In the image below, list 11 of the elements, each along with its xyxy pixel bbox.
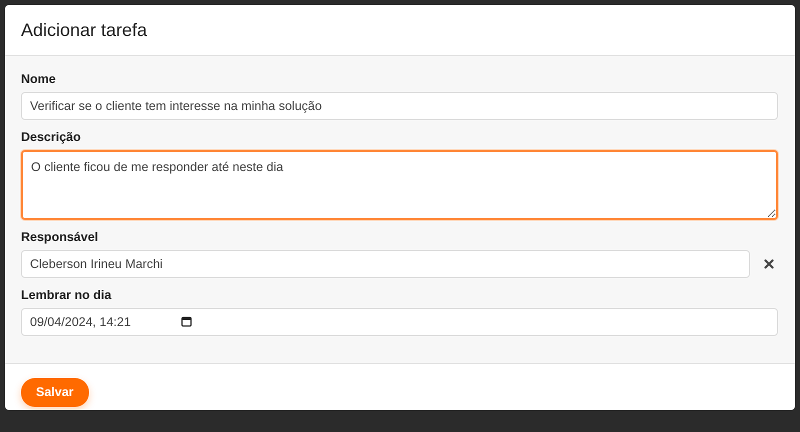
field-label: Lembrar no dia [21, 288, 112, 302]
name-input[interactable]: Verificar se o cliente tem interesse na minha solução [21, 92, 778, 120]
date-time-field[interactable]: 09/04/2024, 14:21 [21, 308, 778, 336]
field-label: Responsável [21, 230, 100, 244]
close-icon[interactable] [764, 259, 774, 269]
description-textarea[interactable]: O cliente ficou de me responder até neste dia [21, 150, 778, 220]
field-label: Nome [21, 72, 57, 86]
field-label: Descrição [21, 130, 82, 144]
calendar-icon[interactable] [181, 316, 192, 327]
assignee-field[interactable]: Cleberson Irineu Marchi [21, 250, 750, 278]
dialog-title: Adicionar tarefa [21, 20, 148, 40]
